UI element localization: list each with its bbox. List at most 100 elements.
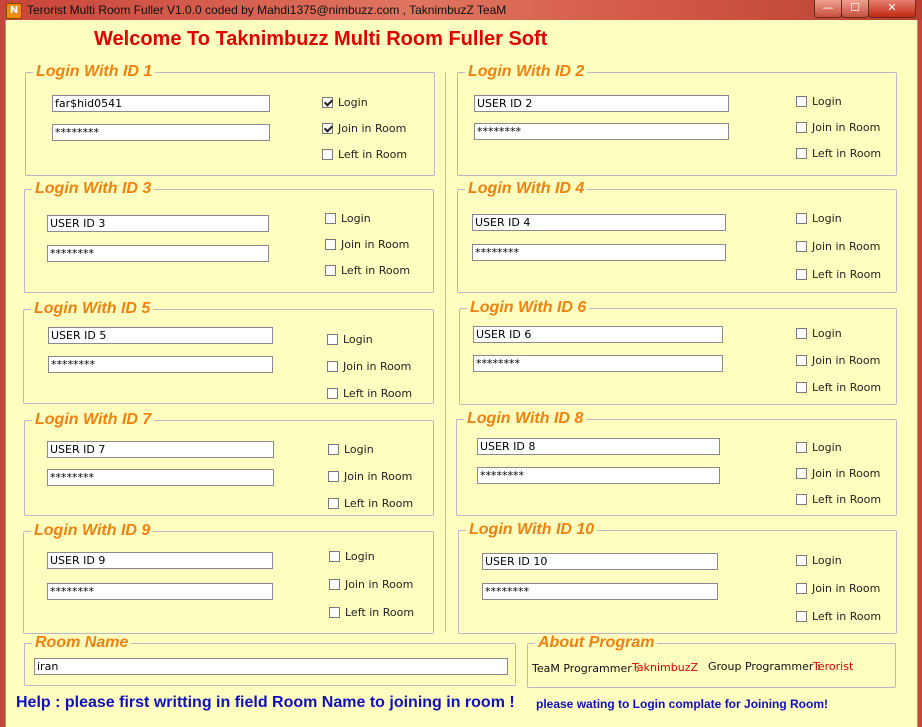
login-checkbox-8[interactable]: Login [796,441,842,454]
room-name-field[interactable] [37,659,505,674]
password-input-9[interactable] [47,583,273,600]
password-input-2[interactable] [474,123,729,140]
password-input-field[interactable] [50,584,270,599]
checkbox-box[interactable] [796,555,807,566]
login-checkbox-10[interactable]: Login [796,554,842,567]
password-input-field[interactable] [55,125,267,140]
password-input-3[interactable] [47,245,269,262]
minimize-button[interactable]: — [814,0,842,18]
join-room-checkbox-10[interactable]: Join in Room [796,582,880,595]
checkbox-box[interactable] [327,334,338,345]
password-input-6[interactable] [473,355,723,372]
user-id-input-field[interactable] [50,553,270,568]
user-id-input-field[interactable] [50,216,266,231]
user-id-input-field[interactable] [475,215,723,230]
left-room-checkbox-7[interactable]: Left in Room [328,497,413,510]
password-input-field[interactable] [50,470,271,485]
login-checkbox-3[interactable]: Login [325,212,371,225]
checkbox-box[interactable] [796,148,807,159]
login-checkbox-7[interactable]: Login [328,443,374,456]
left-room-checkbox-6[interactable]: Left in Room [796,381,881,394]
login-checkbox-6[interactable]: Login [796,327,842,340]
checkbox-box[interactable] [796,269,807,280]
checkbox-box[interactable] [322,149,333,160]
left-room-checkbox-8[interactable]: Left in Room [796,493,881,506]
join-room-checkbox-2[interactable]: Join in Room [796,121,880,134]
checkbox-box[interactable] [328,471,339,482]
user-id-input-5[interactable] [48,327,273,344]
join-room-checkbox-1[interactable]: Join in Room [322,122,406,135]
checkbox-box[interactable] [328,498,339,509]
checkbox-box[interactable] [796,468,807,479]
user-id-input-field[interactable] [477,96,726,111]
join-room-checkbox-3[interactable]: Join in Room [325,238,409,251]
maximize-button[interactable]: ☐ [841,0,869,18]
checkbox-box[interactable] [329,607,340,618]
password-input-4[interactable] [472,244,726,261]
user-id-input-7[interactable] [47,441,274,458]
left-room-checkbox-10[interactable]: Left in Room [796,610,881,623]
join-room-checkbox-8[interactable]: Join in Room [796,467,880,480]
left-room-checkbox-3[interactable]: Left in Room [325,264,410,277]
checkbox-box[interactable] [796,382,807,393]
password-input-field[interactable] [51,357,270,372]
user-id-input-9[interactable] [47,552,273,569]
password-input-field[interactable] [50,246,266,261]
user-id-input-field[interactable] [55,96,267,111]
join-room-checkbox-9[interactable]: Join in Room [329,578,413,591]
checkbox-box[interactable] [329,579,340,590]
checkbox-box[interactable] [329,551,340,562]
login-checkbox-2[interactable]: Login [796,95,842,108]
user-id-input-10[interactable] [482,553,718,570]
password-input-field[interactable] [485,584,715,599]
checkbox-box[interactable] [325,265,336,276]
checkbox-box[interactable] [796,583,807,594]
user-id-input-field[interactable] [51,328,270,343]
checkbox-box[interactable] [796,96,807,107]
left-room-checkbox-9[interactable]: Left in Room [329,606,414,619]
checkbox-box[interactable] [796,442,807,453]
password-input-field[interactable] [477,124,726,139]
checkbox-box[interactable] [796,213,807,224]
join-room-checkbox-6[interactable]: Join in Room [796,354,880,367]
user-id-input-2[interactable] [474,95,729,112]
password-input-field[interactable] [476,356,720,371]
join-room-checkbox-4[interactable]: Join in Room [796,240,880,253]
left-room-checkbox-1[interactable]: Left in Room [322,148,407,161]
login-checkbox-9[interactable]: Login [329,550,375,563]
checkbox-box[interactable] [796,355,807,366]
checkbox-box[interactable] [328,444,339,455]
user-id-input-6[interactable] [473,326,723,343]
password-input-field[interactable] [480,468,717,483]
close-button[interactable]: ✕ [868,0,916,18]
user-id-input-field[interactable] [50,442,271,457]
password-input-5[interactable] [48,356,273,373]
checkbox-box[interactable] [796,494,807,505]
checkbox-box[interactable] [322,123,333,134]
checkbox-box[interactable] [327,361,338,372]
user-id-input-3[interactable] [47,215,269,232]
checkbox-box[interactable] [325,213,336,224]
password-input-8[interactable] [477,467,720,484]
checkbox-box[interactable] [322,97,333,108]
login-checkbox-1[interactable]: Login [322,96,368,109]
checkbox-box[interactable] [327,388,338,399]
left-room-checkbox-2[interactable]: Left in Room [796,147,881,160]
checkbox-box[interactable] [796,611,807,622]
login-checkbox-4[interactable]: Login [796,212,842,225]
left-room-checkbox-4[interactable]: Left in Room [796,268,881,281]
left-room-checkbox-5[interactable]: Left in Room [327,387,412,400]
password-input-field[interactable] [475,245,723,260]
checkbox-box[interactable] [325,239,336,250]
user-id-input-field[interactable] [485,554,715,569]
user-id-input-field[interactable] [480,439,717,454]
join-room-checkbox-7[interactable]: Join in Room [328,470,412,483]
user-id-input-8[interactable] [477,438,720,455]
checkbox-box[interactable] [796,241,807,252]
checkbox-box[interactable] [796,328,807,339]
join-room-checkbox-5[interactable]: Join in Room [327,360,411,373]
user-id-input-1[interactable] [52,95,270,112]
user-id-input-field[interactable] [476,327,720,342]
login-checkbox-5[interactable]: Login [327,333,373,346]
password-input-10[interactable] [482,583,718,600]
